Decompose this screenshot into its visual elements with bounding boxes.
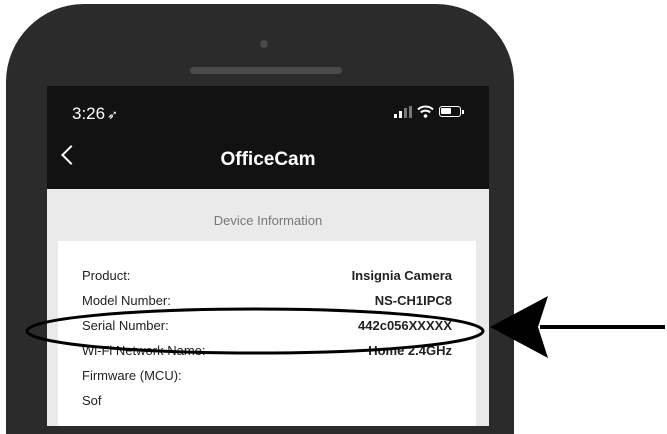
- device-info-section: Device Information Product: Insignia Cam…: [47, 189, 489, 426]
- row-label: Product:: [82, 268, 131, 283]
- status-time: 3:26 ➶: [72, 104, 118, 124]
- info-row-model-number: Model Number: NS-CH1IPC8: [82, 293, 452, 313]
- speaker-grille: [190, 67, 342, 74]
- row-value: 442c056XXXXX: [358, 318, 452, 333]
- row-label: Sof: [82, 393, 102, 408]
- wifi-icon: [417, 105, 434, 118]
- info-row-software: Sof: [82, 393, 452, 413]
- illustration: 3:26 ➶ OfficeCam Device Information Produ…: [0, 0, 667, 434]
- row-value: Home 2.4GHz: [368, 343, 452, 358]
- status-icons: [394, 105, 464, 118]
- status-time-text: 3:26: [72, 104, 106, 123]
- location-arrow-icon: ➶: [107, 107, 118, 122]
- row-label: Model Number:: [82, 293, 171, 308]
- front-camera-icon: [260, 40, 268, 48]
- info-card: Product: Insignia Camera Model Number: N…: [58, 241, 476, 426]
- row-value: Insignia Camera: [351, 268, 452, 283]
- phone-frame: 3:26 ➶ OfficeCam Device Information Produ…: [6, 4, 514, 434]
- cellular-signal-icon: [394, 105, 412, 118]
- pointer-arrow-icon: [490, 296, 665, 358]
- battery-icon: [439, 106, 464, 117]
- row-value: NS-CH1IPC8: [374, 293, 452, 308]
- page-title: OfficeCam: [220, 149, 316, 170]
- row-label: Wi-Fi Network Name:: [82, 343, 206, 358]
- info-row-wifi-network: Wi-Fi Network Name: Home 2.4GHz: [82, 343, 452, 363]
- info-row-firmware-mcu: Firmware (MCU):: [82, 368, 452, 388]
- info-row-product: Product: Insignia Camera: [82, 268, 452, 288]
- row-label: Serial Number:: [82, 318, 169, 333]
- section-header: Device Information: [213, 213, 323, 228]
- info-row-serial-number: Serial Number: 442c056XXXXX: [82, 318, 452, 338]
- phone-screen: 3:26 ➶ OfficeCam Device Information Produ…: [47, 86, 489, 426]
- row-label: Firmware (MCU):: [82, 368, 182, 383]
